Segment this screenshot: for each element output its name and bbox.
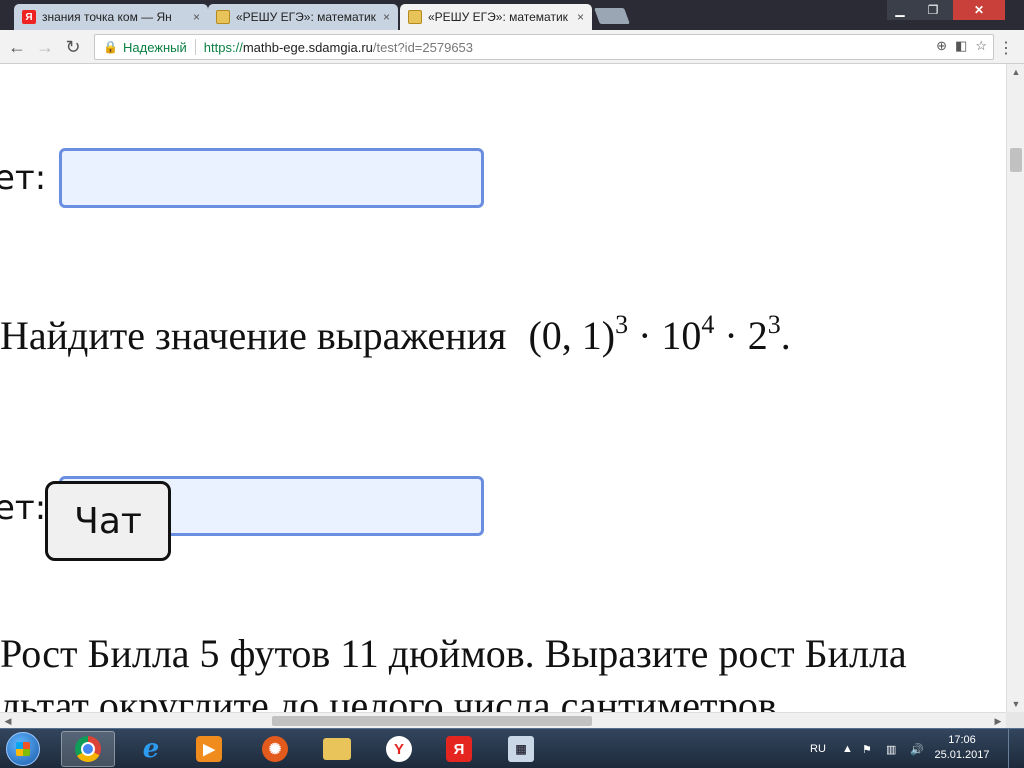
tab-title: «РЕШУ ЕГЭ»: математик <box>236 10 376 24</box>
tab-close-icon[interactable]: × <box>577 10 584 24</box>
forward-button[interactable]: → <box>34 36 56 58</box>
lock-icon: 🔒 <box>103 40 118 54</box>
browser-menu-button[interactable]: ⋮ <box>998 38 1014 58</box>
scroll-left-icon[interactable]: ◀ <box>0 713 16 729</box>
tray-volume-icon[interactable]: 🔊 <box>910 729 924 768</box>
answer-label: ет: <box>0 158 47 198</box>
task-statement: Найдите значение выражения (0, 1)3 · 104 … <box>0 310 791 359</box>
tray-show-hidden-icon[interactable]: ▲ <box>842 729 853 768</box>
tab-title: знания точка ком — Ян <box>42 10 172 24</box>
zoom-icon[interactable]: ⊕ <box>936 38 947 54</box>
tab-close-icon[interactable]: × <box>383 10 390 24</box>
window-close-button[interactable]: ✕ <box>953 0 1005 20</box>
reshu-ege-icon <box>408 10 422 24</box>
taskbar-chrome[interactable] <box>61 731 115 767</box>
show-desktop-button[interactable] <box>1008 729 1024 768</box>
expr-exp-1: 3 <box>615 310 629 339</box>
math-expression: (0, 1)3 · 104 · 23. <box>528 310 791 358</box>
chat-button[interactable]: Чат <box>45 481 171 561</box>
tab-title: «РЕШУ ЕГЭ»: математик <box>428 10 568 24</box>
clock-time: 17:06 <box>948 734 976 746</box>
scroll-right-icon[interactable]: ▶ <box>990 713 1006 729</box>
expr-dot: · <box>724 313 738 358</box>
window-restore-button[interactable]: ❐ <box>913 0 953 20</box>
windows-taskbar: e ▶ ✺ Y Я ▦ RU ▲ ⚑ ▥ 🔊 17:06 25.01.2017 <box>0 728 1024 768</box>
vertical-scroll-thumb[interactable] <box>1010 148 1022 172</box>
reload-icon: ↻ <box>65 36 81 57</box>
yandex-browser-icon: Я <box>446 736 472 762</box>
reload-button[interactable]: ↻ <box>62 36 84 58</box>
expr-base-2: 10 <box>661 313 702 358</box>
vertical-scrollbar[interactable]: ▲ ▼ <box>1006 64 1024 712</box>
url-scheme: https:// <box>203 39 243 55</box>
chrome-icon <box>75 736 101 762</box>
horizontal-scroll-thumb[interactable] <box>272 716 592 726</box>
page-content: ет: Найдите значение выражения (0, 1)3 · … <box>0 64 1006 712</box>
minimize-icon: ▁ <box>895 3 905 17</box>
tray-network-icon[interactable]: ▥ <box>886 729 896 768</box>
expr-base-3: 2 <box>747 313 768 358</box>
taskbar-clock[interactable]: 17:06 25.01.2017 <box>932 733 992 763</box>
security-label: Надежный <box>123 39 187 55</box>
film-reel-icon: ✺ <box>262 736 288 762</box>
tab-reshu-ege-2-active[interactable]: «РЕШУ ЕГЭ»: математик × <box>400 4 592 30</box>
horizontal-scrollbar[interactable]: ◀ ▶ <box>0 712 1006 728</box>
kebab-menu-icon: ⋮ <box>998 40 1014 57</box>
expr-exp-3: 3 <box>767 310 781 339</box>
taskbar-yandex[interactable]: Y <box>372 731 426 767</box>
start-button[interactable] <box>6 732 40 766</box>
folder-icon <box>323 738 351 760</box>
new-tab-button[interactable] <box>594 8 630 24</box>
url-host: mathb-ege.sdamgia.ru <box>242 39 373 55</box>
scroll-up-icon[interactable]: ▲ <box>1007 64 1024 80</box>
expr-exp-2: 4 <box>701 310 715 339</box>
tray-language[interactable]: RU <box>810 729 826 768</box>
calculator-icon: ▦ <box>508 736 534 762</box>
close-icon: ✕ <box>973 3 985 17</box>
expr-dot: · <box>638 313 652 358</box>
tray-flag-icon[interactable]: ⚑ <box>862 729 872 768</box>
expr-base-1: (0, 1) <box>528 313 616 358</box>
answer-input-1[interactable] <box>59 148 484 208</box>
expr-end: . <box>780 313 791 358</box>
taskbar-calculator[interactable]: ▦ <box>494 731 548 767</box>
scroll-down-icon[interactable]: ▼ <box>1007 696 1024 712</box>
windows-logo-icon <box>16 742 30 756</box>
media-player-icon: ▶ <box>196 736 222 762</box>
restore-icon: ❐ <box>927 3 939 17</box>
tab-reshu-ege-1[interactable]: «РЕШУ ЕГЭ»: математик × <box>208 4 398 30</box>
yandex-y-icon: Y <box>386 736 412 762</box>
taskbar-yandex-browser[interactable]: Я <box>432 731 486 767</box>
star-icon[interactable]: ☆ <box>975 38 987 54</box>
taskbar-media-player[interactable]: ▶ <box>182 731 236 767</box>
translate-icon[interactable]: ◧ <box>955 38 967 54</box>
clock-date: 25.01.2017 <box>934 749 990 761</box>
browser-toolbar: ← → ↻ 🔒 Надежный https://mathb-ege.sdamg… <box>0 30 1024 64</box>
taskbar-ie[interactable]: e <box>124 731 178 767</box>
scrollbar-corner <box>1006 712 1024 728</box>
internet-explorer-icon: e <box>142 734 160 764</box>
address-bar[interactable]: 🔒 Надежный https://mathb-ege.sdamgia.ru /… <box>94 34 994 60</box>
yandex-icon: Я <box>22 10 36 24</box>
tab-close-icon[interactable]: × <box>193 10 200 24</box>
next-task-line-1: Рост Билла 5 футов 11 дюймов. Выразите р… <box>0 631 907 676</box>
taskbar-explorer[interactable] <box>310 731 364 767</box>
taskbar-video-app[interactable]: ✺ <box>248 731 302 767</box>
window-minimize-button[interactable]: ▁ <box>887 0 913 20</box>
next-task-line-2: льтат округлите до целого числа сантимет… <box>0 683 787 712</box>
task-text: Найдите значение выражения <box>0 313 507 358</box>
browser-tab-strip: Я знания точка ком — Ян × «РЕШУ ЕГЭ»: ма… <box>0 0 1024 30</box>
reshu-ege-icon <box>216 10 230 24</box>
arrow-right-icon: → <box>36 36 54 57</box>
back-button[interactable]: ← <box>6 36 28 58</box>
url-path: /test?id=2579653 <box>372 39 474 55</box>
divider <box>194 39 196 55</box>
arrow-left-icon: ← <box>8 36 26 57</box>
tab-yandex[interactable]: Я знания точка ком — Ян × <box>14 4 208 30</box>
answer-label: ет: <box>0 488 47 528</box>
